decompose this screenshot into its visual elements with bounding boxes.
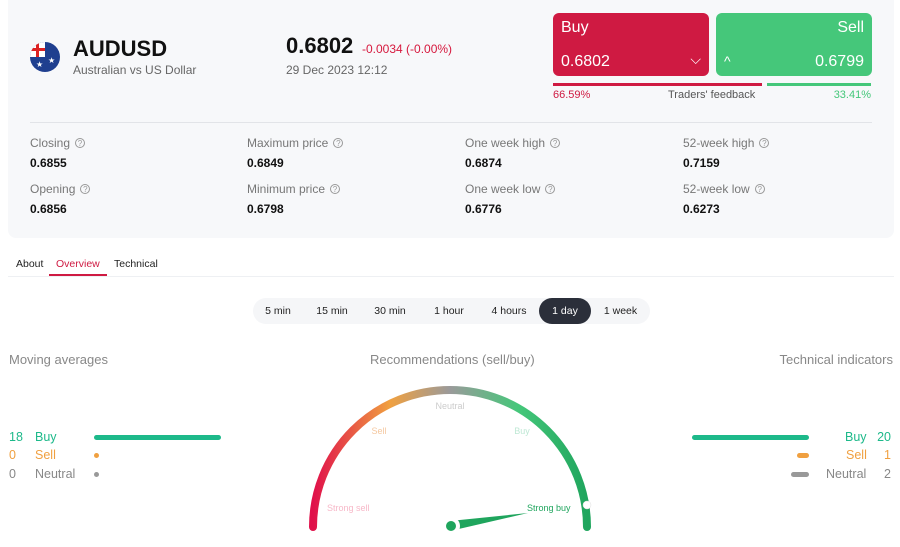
- timeframe-button[interactable]: 4 hours: [479, 298, 539, 324]
- timeframe-button[interactable]: 1 hour: [419, 298, 479, 324]
- ma-buy-bar: [94, 435, 221, 440]
- stat-label: 52-week low?: [683, 182, 765, 196]
- timeframe-selector: 5 min 15 min 30 min 1 hour 4 hours 1 day 1 wee…: [253, 298, 650, 324]
- ma-sell-count: 0: [9, 448, 16, 462]
- sell-percent: 33.41%: [833, 89, 871, 101]
- help-icon[interactable]: ?: [759, 138, 770, 148]
- ti-neutral-bar: [791, 472, 809, 477]
- stat-label-text: Closing: [30, 136, 71, 150]
- stat-label: 52-week high?: [683, 136, 770, 150]
- stat-value: 0.6776: [465, 202, 502, 216]
- ma-neutral-label: Neutral: [35, 467, 76, 481]
- stat-label: One week high?: [465, 136, 561, 150]
- help-icon[interactable]: ?: [330, 184, 341, 194]
- ti-sell-label: Sell: [846, 448, 867, 462]
- stat-label: One week low?: [465, 182, 556, 196]
- gauge-label-neutral: Neutral: [435, 401, 464, 411]
- stat-label: Minimum price?: [247, 182, 341, 196]
- sell-price: 0.6799: [815, 53, 864, 70]
- stat-value: 0.6855: [30, 156, 67, 170]
- recommendation-gauge: Neutral Sell Buy Strong sell Strong buy: [309, 386, 592, 535]
- current-price: 0.6802: [286, 33, 354, 58]
- ma-neutral-bar: [94, 472, 99, 477]
- ti-buy-label: Buy: [845, 430, 867, 444]
- timeframe-button[interactable]: 5 min: [253, 298, 303, 324]
- ma-sell-label: Sell: [35, 448, 56, 462]
- ma-sell-bar: [94, 453, 99, 458]
- buy-percent: 66.59%: [553, 89, 591, 101]
- ti-buy-count: 20: [877, 430, 891, 444]
- timeframe-button[interactable]: 15 min: [303, 298, 361, 324]
- gauge-label-strong-buy: Strong buy: [527, 503, 571, 513]
- stat-value: 0.7159: [683, 156, 720, 170]
- stat-label-text: Maximum price: [247, 136, 329, 150]
- stat-value: 0.6273: [683, 202, 720, 216]
- ma-buy-count: 18: [9, 430, 23, 444]
- recommendations-title: Recommendations (sell/buy): [370, 352, 535, 367]
- stat-label-text: One week low: [465, 182, 541, 196]
- chevron-up-icon: ^: [724, 53, 731, 69]
- help-icon[interactable]: ?: [550, 138, 561, 148]
- stat-label-text: Minimum price: [247, 182, 326, 196]
- traders-feedback-label: Traders' feedback: [668, 89, 756, 101]
- price-datetime: 29 Dec 2023 12:12: [286, 63, 388, 77]
- stat-label-text: One week high: [465, 136, 546, 150]
- sell-button[interactable]: Sell ^ 0.6799: [716, 13, 872, 76]
- help-icon[interactable]: ?: [333, 138, 344, 148]
- stat-label: Closing?: [30, 136, 86, 150]
- ti-neutral-label: Neutral: [826, 467, 867, 481]
- stat-label-text: Opening: [30, 182, 76, 196]
- tab-overview[interactable]: Overview: [56, 258, 100, 270]
- stat-value: 0.6849: [247, 156, 284, 170]
- stat-value: 0.6798: [247, 202, 284, 216]
- help-icon[interactable]: ?: [754, 184, 765, 194]
- gauge-label-strong-sell: Strong sell: [327, 503, 370, 513]
- gauge-label-buy: Buy: [514, 426, 530, 436]
- gauge-needle-hub: [446, 521, 456, 531]
- ti-buy-bar: [692, 435, 809, 440]
- stat-label: Maximum price?: [247, 136, 344, 150]
- tabs-divider: [8, 276, 894, 277]
- active-tab-indicator: [49, 274, 107, 276]
- buy-label: Buy: [561, 19, 589, 36]
- ti-neutral-count: 2: [884, 467, 891, 481]
- help-icon[interactable]: ?: [545, 184, 556, 194]
- gauge-marker: [582, 500, 592, 510]
- timeframe-button[interactable]: 1 day: [539, 298, 591, 324]
- gauge-label-sell: Sell: [371, 426, 386, 436]
- chevron-down-icon: ⌵: [690, 51, 701, 67]
- divider: [30, 122, 872, 123]
- sell-feedback-bar: [767, 83, 871, 86]
- timeframe-button[interactable]: 1 week: [591, 298, 650, 324]
- help-icon[interactable]: ?: [75, 138, 86, 148]
- gauge-needle: [450, 513, 528, 531]
- stat-value: 0.6874: [465, 156, 502, 170]
- ti-sell-bar: [797, 453, 809, 458]
- instrument-name: Australian vs US Dollar: [73, 63, 197, 77]
- price-change: -0.0034 (-0.00%): [362, 42, 453, 56]
- buy-price: 0.6802: [561, 53, 610, 70]
- stat-label-text: 52-week high: [683, 136, 755, 150]
- stat-value: 0.6856: [30, 202, 67, 216]
- sell-label: Sell: [837, 19, 864, 36]
- buy-feedback-bar: [553, 83, 762, 86]
- australia-flag-icon: ★ ★: [30, 42, 60, 72]
- ma-neutral-count: 0: [9, 467, 16, 481]
- technical-indicators-title: Technical indicators: [779, 352, 893, 367]
- tab-technical[interactable]: Technical: [114, 258, 158, 270]
- help-icon[interactable]: ?: [80, 184, 91, 194]
- ma-buy-label: Buy: [35, 430, 57, 444]
- buy-button[interactable]: Buy 0.6802 ⌵: [553, 13, 709, 76]
- tab-about[interactable]: About: [16, 258, 43, 270]
- stat-label-text: 52-week low: [683, 182, 750, 196]
- instrument-symbol: AUDUSD: [73, 36, 168, 61]
- stat-label: Opening?: [30, 182, 91, 196]
- timeframe-button[interactable]: 30 min: [361, 298, 419, 324]
- ti-sell-count: 1: [884, 448, 891, 462]
- moving-averages-title: Moving averages: [9, 352, 108, 367]
